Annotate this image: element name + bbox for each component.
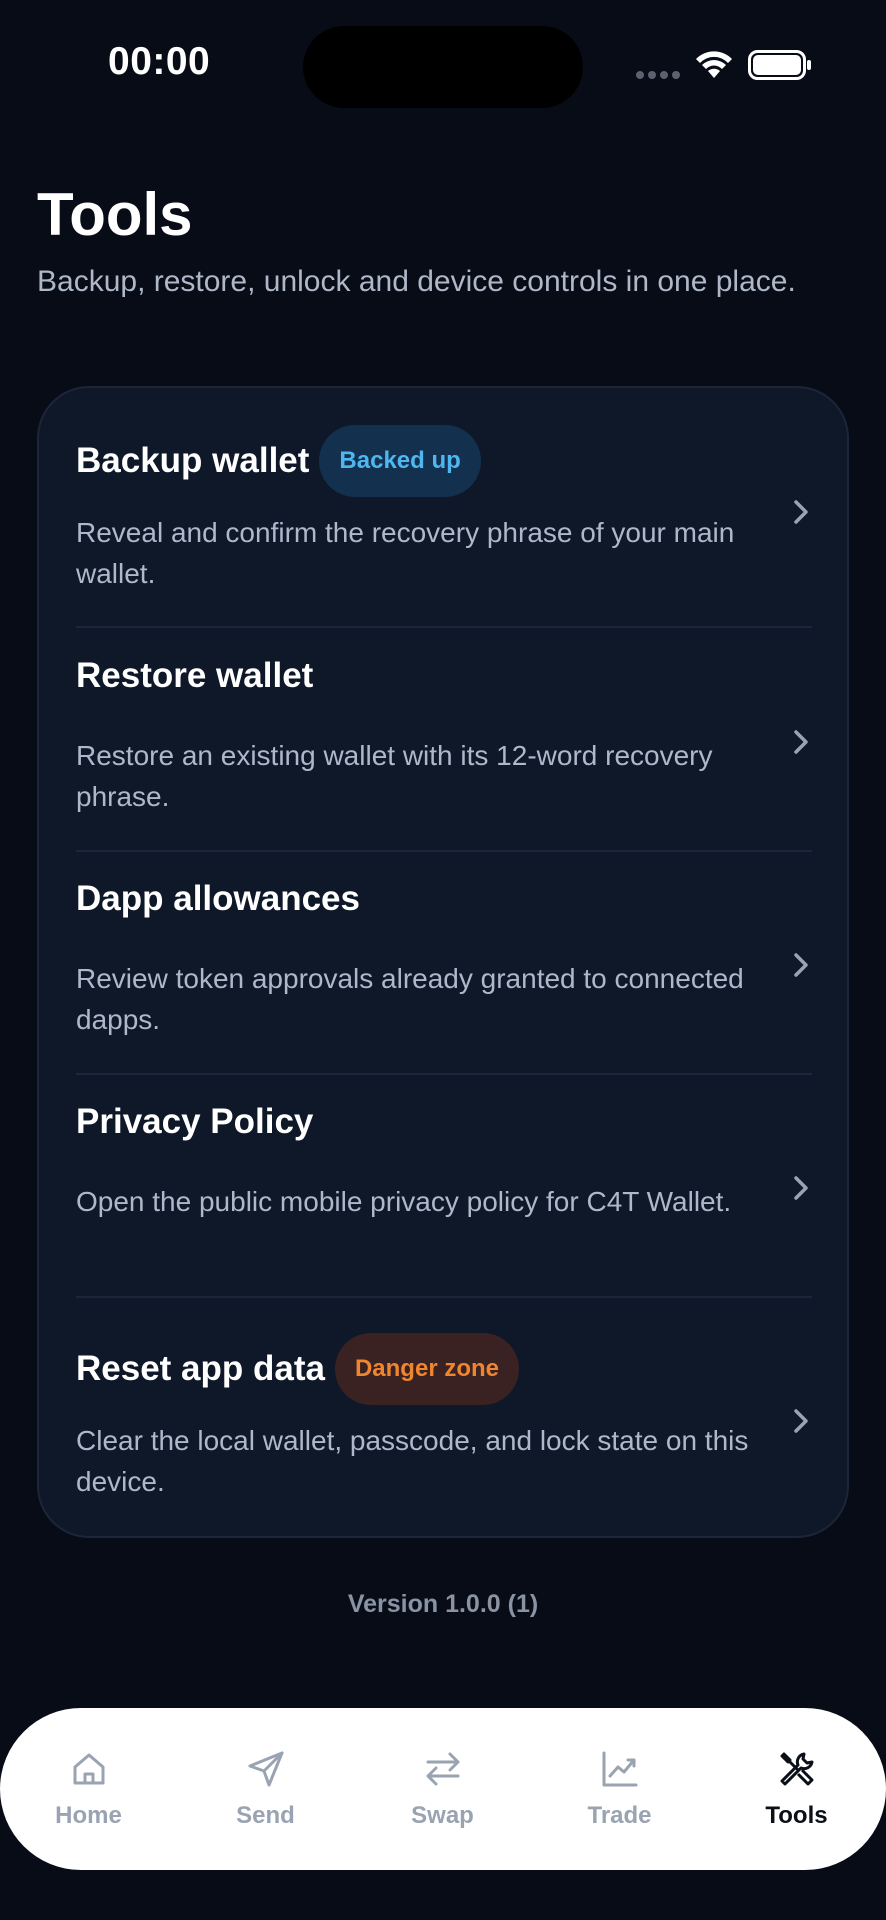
signal-icon	[636, 71, 680, 79]
tab-label: Home	[55, 1802, 122, 1829]
tab-trade[interactable]: Trade	[531, 1708, 708, 1870]
version-text: Version 1.0.0 (1)	[347, 1590, 539, 1618]
danger-badge: Danger zone	[334, 1333, 519, 1405]
tool-description: Open the public mobile privacy policy fo…	[76, 1186, 732, 1217]
page-subtitle: Backup, restore, unlock and device contr…	[37, 265, 796, 298]
tab-swap[interactable]: Swap	[354, 1708, 531, 1870]
tool-description: Reveal and confirm the recovery phrase o…	[76, 517, 735, 589]
tool-title: Dapp allowances	[76, 879, 360, 918]
tools-screen: 00:00 Tools Backup, restore, unlock and …	[0, 0, 886, 1920]
tool-description: Review token approvals already granted t…	[76, 963, 744, 1035]
battery-icon	[748, 50, 811, 80]
tool-row-backup-wallet[interactable]: Backup wallet Backed up Reveal and confi…	[39, 388, 847, 628]
tools-icon	[780, 1752, 813, 1786]
status-badge: Backed up	[319, 425, 481, 497]
dynamic-island	[303, 26, 583, 108]
tool-description: Restore an existing wallet with its 12-w…	[76, 740, 713, 812]
row-head: Privacy Policy	[76, 1074, 313, 1170]
send-icon	[248, 1751, 283, 1787]
row-head: Backup wallet Backed up	[76, 425, 481, 497]
tool-title: Restore wallet	[76, 656, 314, 695]
tab-tools[interactable]: Tools	[708, 1708, 885, 1870]
chevron-right-icon	[794, 953, 808, 977]
row-head: Reset app data Danger zone	[76, 1333, 519, 1405]
tool-row-reset-app-data[interactable]: Reset app data Danger zone Clear the loc…	[39, 1297, 847, 1538]
chevron-right-icon	[794, 1409, 808, 1433]
tool-title: Reset app data	[76, 1349, 325, 1388]
tab-label: Trade	[587, 1802, 652, 1829]
status-time: 00:00	[108, 40, 211, 83]
row-head: Restore wallet	[76, 628, 313, 724]
home-icon	[73, 1753, 104, 1785]
tool-title: Privacy Policy	[76, 1102, 314, 1141]
tools-card: Backup wallet Backed up Reveal and confi…	[37, 386, 849, 1538]
trade-icon	[602, 1751, 637, 1787]
chevron-right-icon	[794, 730, 808, 754]
tab-label: Swap	[411, 1802, 474, 1829]
chevron-right-icon	[794, 500, 808, 524]
tab-home[interactable]: Home	[0, 1708, 177, 1870]
tool-row-restore-wallet[interactable]: Restore wallet Restore an existing walle…	[39, 628, 847, 852]
tab-label: Tools	[765, 1802, 828, 1829]
wifi-icon	[696, 51, 732, 78]
swap-icon	[426, 1752, 459, 1786]
row-head: Dapp allowances	[76, 851, 360, 947]
tool-description: Clear the local wallet, passcode, and lo…	[76, 1425, 749, 1497]
tool-row-dapp-allowances[interactable]: Dapp allowances Review token approvals a…	[39, 851, 847, 1075]
tool-title: Backup wallet	[76, 441, 310, 480]
tool-row-privacy-policy[interactable]: Privacy Policy Open the public mobile pr…	[39, 1074, 847, 1298]
tab-bar: Home Send Swap Trade Tools	[0, 1708, 886, 1870]
chevron-right-icon	[794, 1176, 808, 1200]
page-title: Tools	[37, 181, 193, 248]
tab-send[interactable]: Send	[177, 1708, 354, 1870]
tab-label: Send	[236, 1802, 295, 1829]
